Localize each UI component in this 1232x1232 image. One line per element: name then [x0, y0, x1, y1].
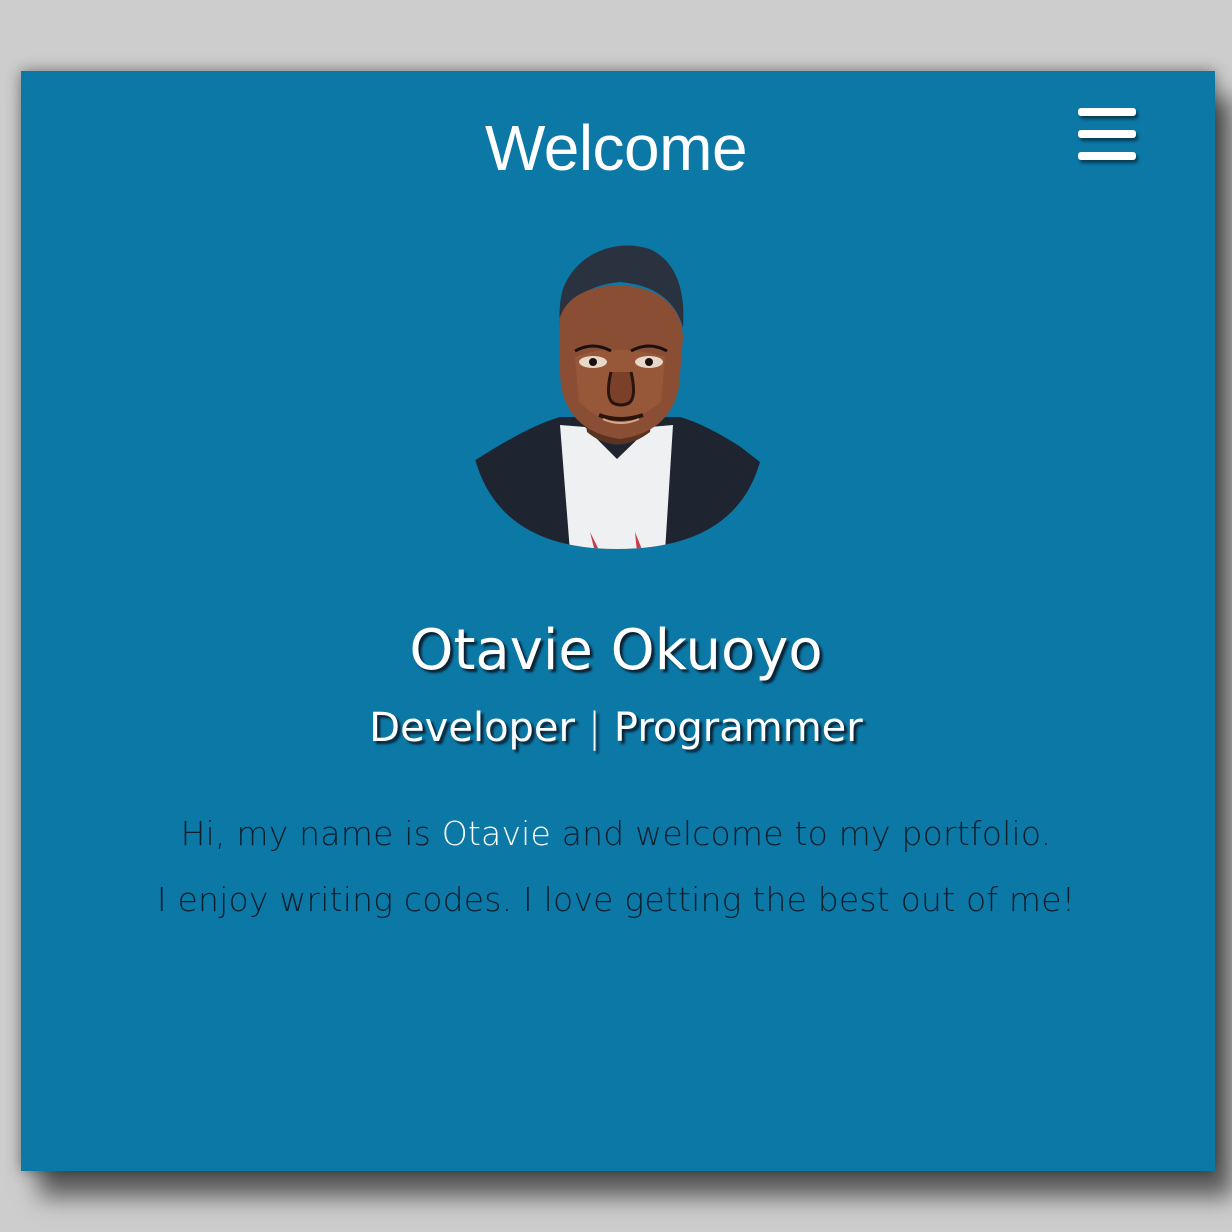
intro-line-2: I enjoy writing codes. I love getting th…	[156, 880, 1076, 919]
role-separator: |	[587, 705, 602, 751]
role-programmer: Programmer	[613, 705, 863, 751]
intro-greeting: Hi, my name is	[180, 814, 442, 853]
intro-welcome: and welcome to my portfolio.	[551, 814, 1052, 853]
page-title: Welcome	[484, 112, 748, 184]
hamburger-menu-icon-bar	[1078, 130, 1136, 138]
avatar	[465, 227, 770, 552]
intro-name-highlight: Otavie	[441, 814, 552, 853]
hamburger-menu-icon	[1078, 108, 1136, 116]
hamburger-menu-button[interactable]	[1078, 108, 1138, 160]
role-developer: Developer	[369, 705, 575, 751]
profile-name: Otavie Okuoyo	[409, 618, 823, 683]
profile-roles: Developer | Programmer	[0, 700, 1232, 756]
intro-line-1: Hi, my name is Otavie and welcome to my …	[0, 812, 1232, 856]
hamburger-menu-icon-bar	[1078, 152, 1136, 160]
